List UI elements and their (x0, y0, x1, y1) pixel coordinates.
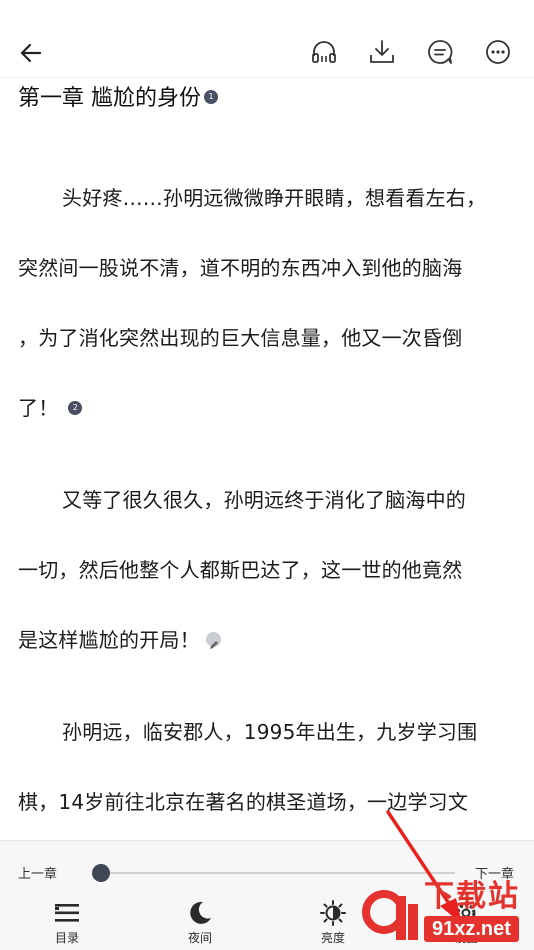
chapter-progress-track[interactable] (100, 872, 455, 874)
back-button[interactable] (14, 36, 48, 70)
watermark-text: 下载站 (424, 880, 520, 913)
comment-button[interactable] (426, 36, 454, 68)
tab-catalog[interactable]: 目录 (32, 897, 102, 947)
tab-night-label: 夜间 (187, 931, 212, 945)
text-line-content: 头好疼……孙明远微微睁开眼睛，想看看左右， (62, 186, 487, 210)
more-button[interactable] (484, 36, 512, 68)
back-arrow-icon (20, 43, 42, 63)
moon-icon (190, 901, 211, 924)
pencil-icon[interactable] (205, 632, 221, 649)
text-line: 棋，14岁前往北京在著名的棋圣道场，一边学习文 (18, 788, 468, 816)
text-line: 一切，然后他整个人都斯巴达了，这一世的他竟然 (18, 556, 462, 584)
tab-catalog-label: 目录 (54, 931, 79, 945)
text-line-content: 是这样尴尬的开局！ (18, 628, 200, 652)
text-line-content: 棋，14岁前往北京在著名的棋圣道场，一边学习文 (18, 790, 469, 814)
text-line-content: 一切，然后他整个人都斯巴达了，这一世的他竟然 (18, 558, 463, 582)
tab-brightness-label: 亮度 (320, 931, 345, 945)
more-icon (486, 40, 510, 64)
text-line: 头好疼……孙明远微微睁开眼睛，想看看左右， (62, 184, 486, 212)
text-line-content: 突然间一股说不清，道不明的东西冲入到他的脑海 (18, 256, 463, 280)
download-icon (370, 40, 394, 63)
watermark-url: 91xz.net (424, 916, 519, 942)
text-line-content: ，为了消化突然出现的巨大信息量，他又一次昏倒 (18, 326, 463, 350)
text-line: 了！ 2 (18, 394, 83, 422)
reading-content[interactable]: 第一章 尴尬的身份 1 头好疼……孙明远微微睁开眼睛，想看看左右， 突然间一股说不清… (0, 78, 534, 840)
prev-chapter-button[interactable]: 上一章 (18, 863, 57, 882)
chapter-title-text: 第一章 尴尬的身份 (18, 86, 201, 111)
chapter-progress-handle[interactable] (92, 864, 110, 882)
text-line: 孙明远，临安郡人，1995年出生，九岁学习围 (62, 718, 477, 746)
text-line: ，为了消化突然出现的巨大信息量，他又一次昏倒 (18, 324, 462, 352)
list-icon (55, 904, 79, 922)
listen-button[interactable] (310, 36, 338, 68)
brightness-icon (320, 900, 346, 926)
text-line-content: 了！ (18, 396, 59, 420)
text-line: 突然间一股说不清，道不明的东西冲入到他的脑海 (18, 254, 462, 282)
note-badge[interactable]: 1 (204, 90, 218, 104)
text-line-content: 孙明远，临安郡人，1995年出生，九岁学习围 (62, 720, 478, 744)
top-toolbar (0, 0, 534, 78)
text-line: 又等了很久很久，孙明远终于消化了脑海中的 (62, 486, 466, 514)
watermark-logo-icon (362, 890, 418, 940)
text-line: 是这样尴尬的开局！ (18, 626, 221, 654)
tab-brightness[interactable]: 亮度 (298, 897, 368, 947)
chapter-title: 第一章 尴尬的身份 1 (18, 84, 218, 114)
site-watermark: 下载站 91xz.net (360, 880, 530, 948)
tab-night[interactable]: 夜间 (165, 897, 235, 947)
text-line-content: 又等了很久很久，孙明远终于消化了脑海中的 (62, 488, 466, 512)
download-button[interactable] (368, 36, 396, 68)
note-badge[interactable]: 2 (68, 400, 83, 415)
headphones-icon (312, 41, 336, 63)
comment-icon (428, 40, 453, 64)
